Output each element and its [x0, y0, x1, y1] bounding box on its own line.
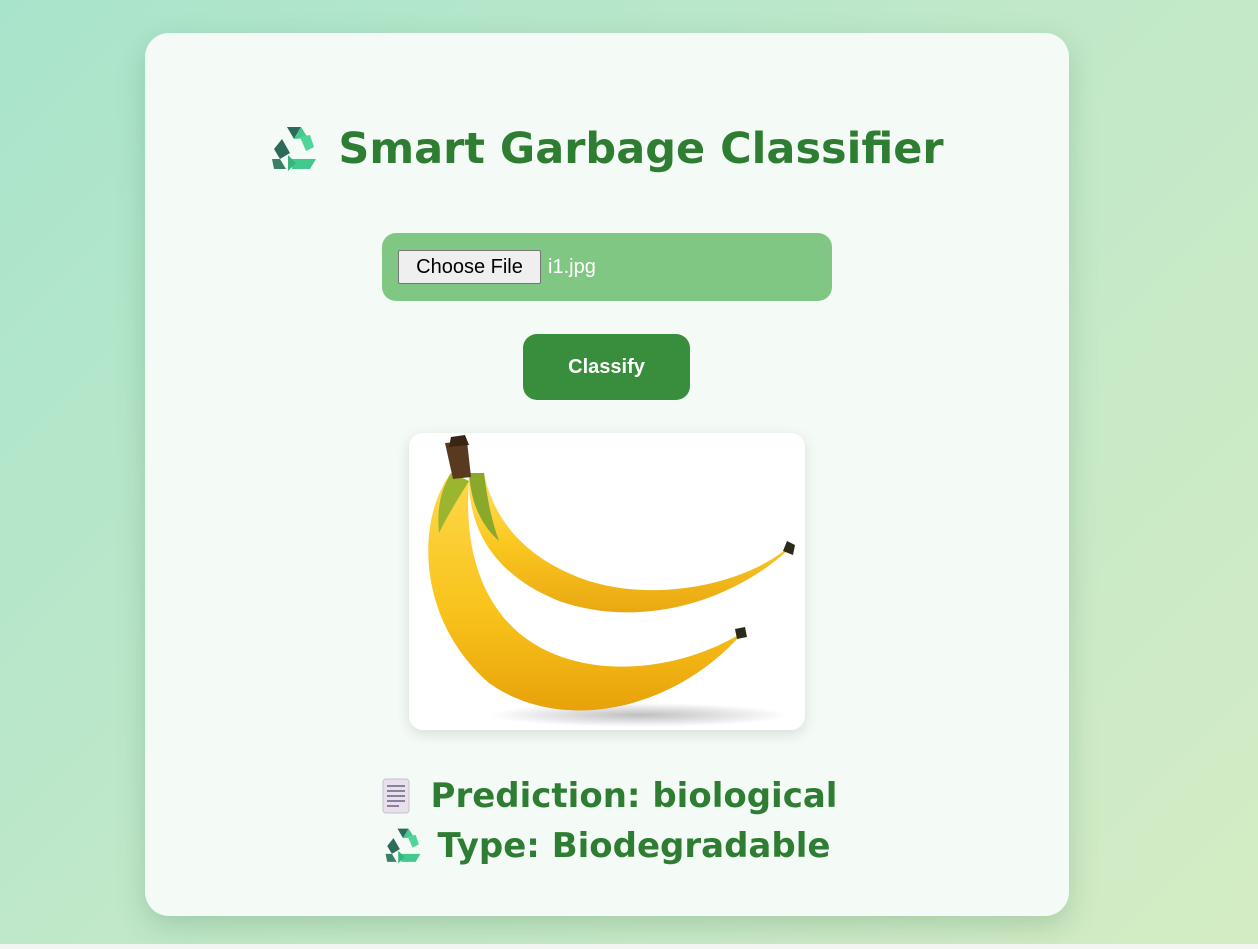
- image-preview: [409, 433, 805, 730]
- page-header: Smart Garbage Classifier: [145, 121, 1069, 177]
- prediction-value: biological: [652, 776, 838, 816]
- choose-file-button[interactable]: Choose File: [398, 250, 541, 284]
- prediction-text: Prediction: biological: [431, 776, 838, 816]
- type-value: Biodegradable: [551, 826, 831, 866]
- type-label: Type:: [437, 826, 540, 866]
- type-text: Type: Biodegradable: [438, 826, 831, 866]
- recycle-icon: [272, 127, 317, 171]
- selected-file-name: i1.jpg: [548, 256, 596, 278]
- page-title: Smart Garbage Classifier: [338, 124, 944, 174]
- classifier-card: Smart Garbage Classifier Choose File i1.…: [145, 33, 1069, 916]
- prediction-line: Prediction: biological: [145, 773, 1069, 819]
- prediction-label: Prediction:: [430, 776, 641, 816]
- file-upload-box: Choose File i1.jpg: [382, 233, 832, 301]
- receipt-icon: [382, 778, 410, 814]
- recycle-icon: [385, 828, 420, 864]
- classify-button[interactable]: Classify: [523, 334, 690, 400]
- type-line: Type: Biodegradable: [145, 823, 1069, 869]
- banana-image: [409, 433, 805, 730]
- page-bottom-edge: [0, 944, 1258, 949]
